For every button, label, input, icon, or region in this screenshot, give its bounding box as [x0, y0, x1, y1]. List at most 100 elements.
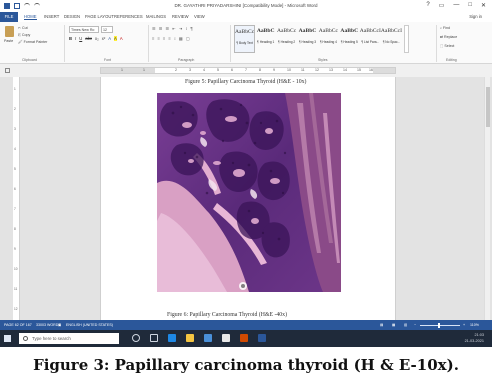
zoom-in-button[interactable]: +	[463, 323, 465, 327]
multilevel-list-button[interactable]: ☰	[166, 26, 170, 31]
font-size-select[interactable]: 12	[101, 26, 113, 33]
zoom-slider[interactable]	[420, 325, 460, 326]
language-indicator[interactable]: ENGLISH (UNITED STATES)	[66, 323, 113, 327]
tab-view[interactable]: VIEW	[194, 14, 205, 19]
bold-button[interactable]: B	[69, 36, 72, 41]
copy-button[interactable]: ⎘ Copy	[18, 33, 30, 37]
tab-design[interactable]: DESIGN	[64, 14, 80, 19]
copy-label: Copy	[21, 33, 31, 37]
style-no-spacing[interactable]: AaBbCcI ¶ No Spac...	[381, 25, 402, 53]
style-heading-4[interactable]: AaBbCc ¶ Heading 4	[318, 25, 339, 53]
ribbon-display-button[interactable]: ▭	[439, 2, 445, 9]
sign-in-link[interactable]: Sign in	[469, 14, 482, 19]
ruler-number: 12	[315, 68, 319, 72]
cut-button[interactable]: ✂ Cut	[18, 26, 28, 30]
highlight-button[interactable]: A	[114, 36, 117, 41]
task-view-icon[interactable]	[150, 334, 158, 342]
system-tray[interactable]: 21:03 21-03-2021	[465, 332, 484, 344]
text-effects-button[interactable]: A	[108, 36, 111, 41]
ruler-number: 1	[121, 68, 123, 72]
font-name-select[interactable]: Times New Ro	[69, 26, 99, 33]
ruler-number: 16	[369, 68, 373, 72]
bullets-button[interactable]: ☰	[152, 26, 156, 31]
vertical-ruler[interactable]: 1 2 3 4 5 6 7 8 9 10 11 12	[13, 77, 20, 320]
strikethrough-button[interactable]: abc	[85, 36, 92, 41]
cortana-icon[interactable]	[132, 334, 140, 342]
style-sample: AaBbCc	[235, 29, 255, 35]
ruler-number: 10	[287, 68, 291, 72]
powerpoint-icon[interactable]	[240, 334, 248, 342]
align-center-button[interactable]: ≡	[157, 36, 159, 41]
align-left-button[interactable]: ≡	[152, 36, 154, 41]
replace-button[interactable]: ⇄ Replace	[440, 35, 457, 39]
web-layout-icon[interactable]: ▥	[404, 323, 407, 327]
numbering-button[interactable]: ☰	[159, 26, 163, 31]
shading-button[interactable]: ▦	[179, 36, 183, 41]
line-spacing-button[interactable]: ↕	[174, 36, 176, 41]
font-color-button[interactable]: A	[120, 36, 123, 41]
document-page[interactable]: Figure 5: Papillary Carcinoma Thyroid (H…	[100, 77, 396, 320]
ruler-number: 8	[259, 68, 261, 72]
minimize-button[interactable]: —	[453, 2, 459, 9]
tab-home[interactable]: HOME	[24, 14, 37, 20]
paste-icon[interactable]	[5, 26, 14, 37]
tab-selector[interactable]	[5, 68, 10, 73]
store-icon[interactable]	[204, 334, 212, 342]
ruler-number: 1	[143, 68, 145, 72]
micrograph-image[interactable]	[157, 93, 341, 292]
style-body-text[interactable]: AaBbCc ¶ Body Text	[234, 25, 256, 53]
vertical-scrollbar[interactable]	[484, 77, 490, 320]
show-marks-button[interactable]: ¶	[190, 26, 192, 31]
styles-gallery: AaBbCc ¶ Body Text AaBbC ¶ Heading 1 AaBbC…	[234, 25, 402, 53]
underline-button[interactable]: U	[79, 36, 82, 41]
taskbar-search-input[interactable]: Type here to search	[19, 333, 119, 344]
styles-more-button[interactable]	[404, 25, 409, 53]
select-button[interactable]: ⬚ Select	[440, 44, 454, 48]
tab-file[interactable]: FILE	[0, 12, 18, 22]
close-button[interactable]: ✕	[481, 2, 486, 9]
vruler-number: 12	[14, 307, 18, 311]
style-heading-1[interactable]: AaBbC ¶ Heading 1	[255, 25, 276, 53]
style-list-paragraph[interactable]: AaBbCcI ¶ List Para...	[360, 25, 381, 53]
edge-icon[interactable]	[168, 334, 176, 342]
style-heading-3[interactable]: AaBbC ¶ Heading 3	[297, 25, 318, 53]
align-right-button[interactable]: ≡	[163, 36, 165, 41]
tab-page-layout[interactable]: PAGE LAYOUT	[85, 14, 114, 19]
read-mode-icon[interactable]: ▤	[380, 323, 383, 327]
zoom-out-button[interactable]: −	[414, 323, 416, 327]
zoom-slider-handle[interactable]	[438, 323, 440, 328]
vruler-number: 1	[14, 87, 16, 91]
paste-button[interactable]: Paste	[4, 39, 13, 43]
subscript-button[interactable]: x₂	[95, 36, 99, 41]
italic-button[interactable]: I	[75, 36, 76, 41]
ribbon-separator	[64, 25, 65, 62]
sort-button[interactable]: ↕	[185, 26, 187, 31]
zoom-level[interactable]: 110%	[470, 323, 479, 327]
help-button[interactable]: ?	[426, 2, 429, 9]
print-layout-icon[interactable]: ▦	[392, 323, 395, 327]
justify-button[interactable]: ≡	[168, 36, 170, 41]
tab-references[interactable]: REFERENCES	[114, 14, 143, 19]
tab-insert[interactable]: INSERT	[44, 14, 59, 19]
file-explorer-icon[interactable]	[186, 334, 194, 342]
borders-button[interactable]: ▢	[186, 36, 190, 41]
page-count[interactable]: PAGE 62 OF 167	[4, 323, 32, 327]
style-sample: AaBbCc	[276, 28, 297, 34]
proofing-icon[interactable]: ▣	[58, 323, 61, 327]
mail-icon[interactable]	[222, 334, 230, 342]
format-painter-button[interactable]: 🖌 Format Painter	[18, 40, 47, 44]
windows-start-icon[interactable]	[4, 335, 11, 342]
increase-indent-button[interactable]: ⇥	[179, 26, 183, 31]
style-heading-2[interactable]: AaBbCc ¶ Heading 2	[276, 25, 297, 53]
superscript-button[interactable]: x²	[102, 36, 106, 41]
maximize-button[interactable]: □	[468, 2, 472, 9]
ruler-margin-right	[373, 68, 395, 73]
horizontal-ruler[interactable]: 1 1 2 3 4 5 6 7 8 9 10 11 12 13 14 15 16	[100, 67, 396, 74]
scrollbar-thumb[interactable]	[486, 87, 490, 127]
tab-review[interactable]: REVIEW	[172, 14, 189, 19]
style-heading-5[interactable]: AaBbC ¶ Heading 5	[339, 25, 360, 53]
word-taskbar-icon[interactable]	[258, 334, 266, 342]
tab-mailings[interactable]: MAILINGS	[146, 14, 166, 19]
find-button[interactable]: ⌕ Find	[440, 26, 450, 30]
decrease-indent-button[interactable]: ⇤	[172, 26, 176, 31]
